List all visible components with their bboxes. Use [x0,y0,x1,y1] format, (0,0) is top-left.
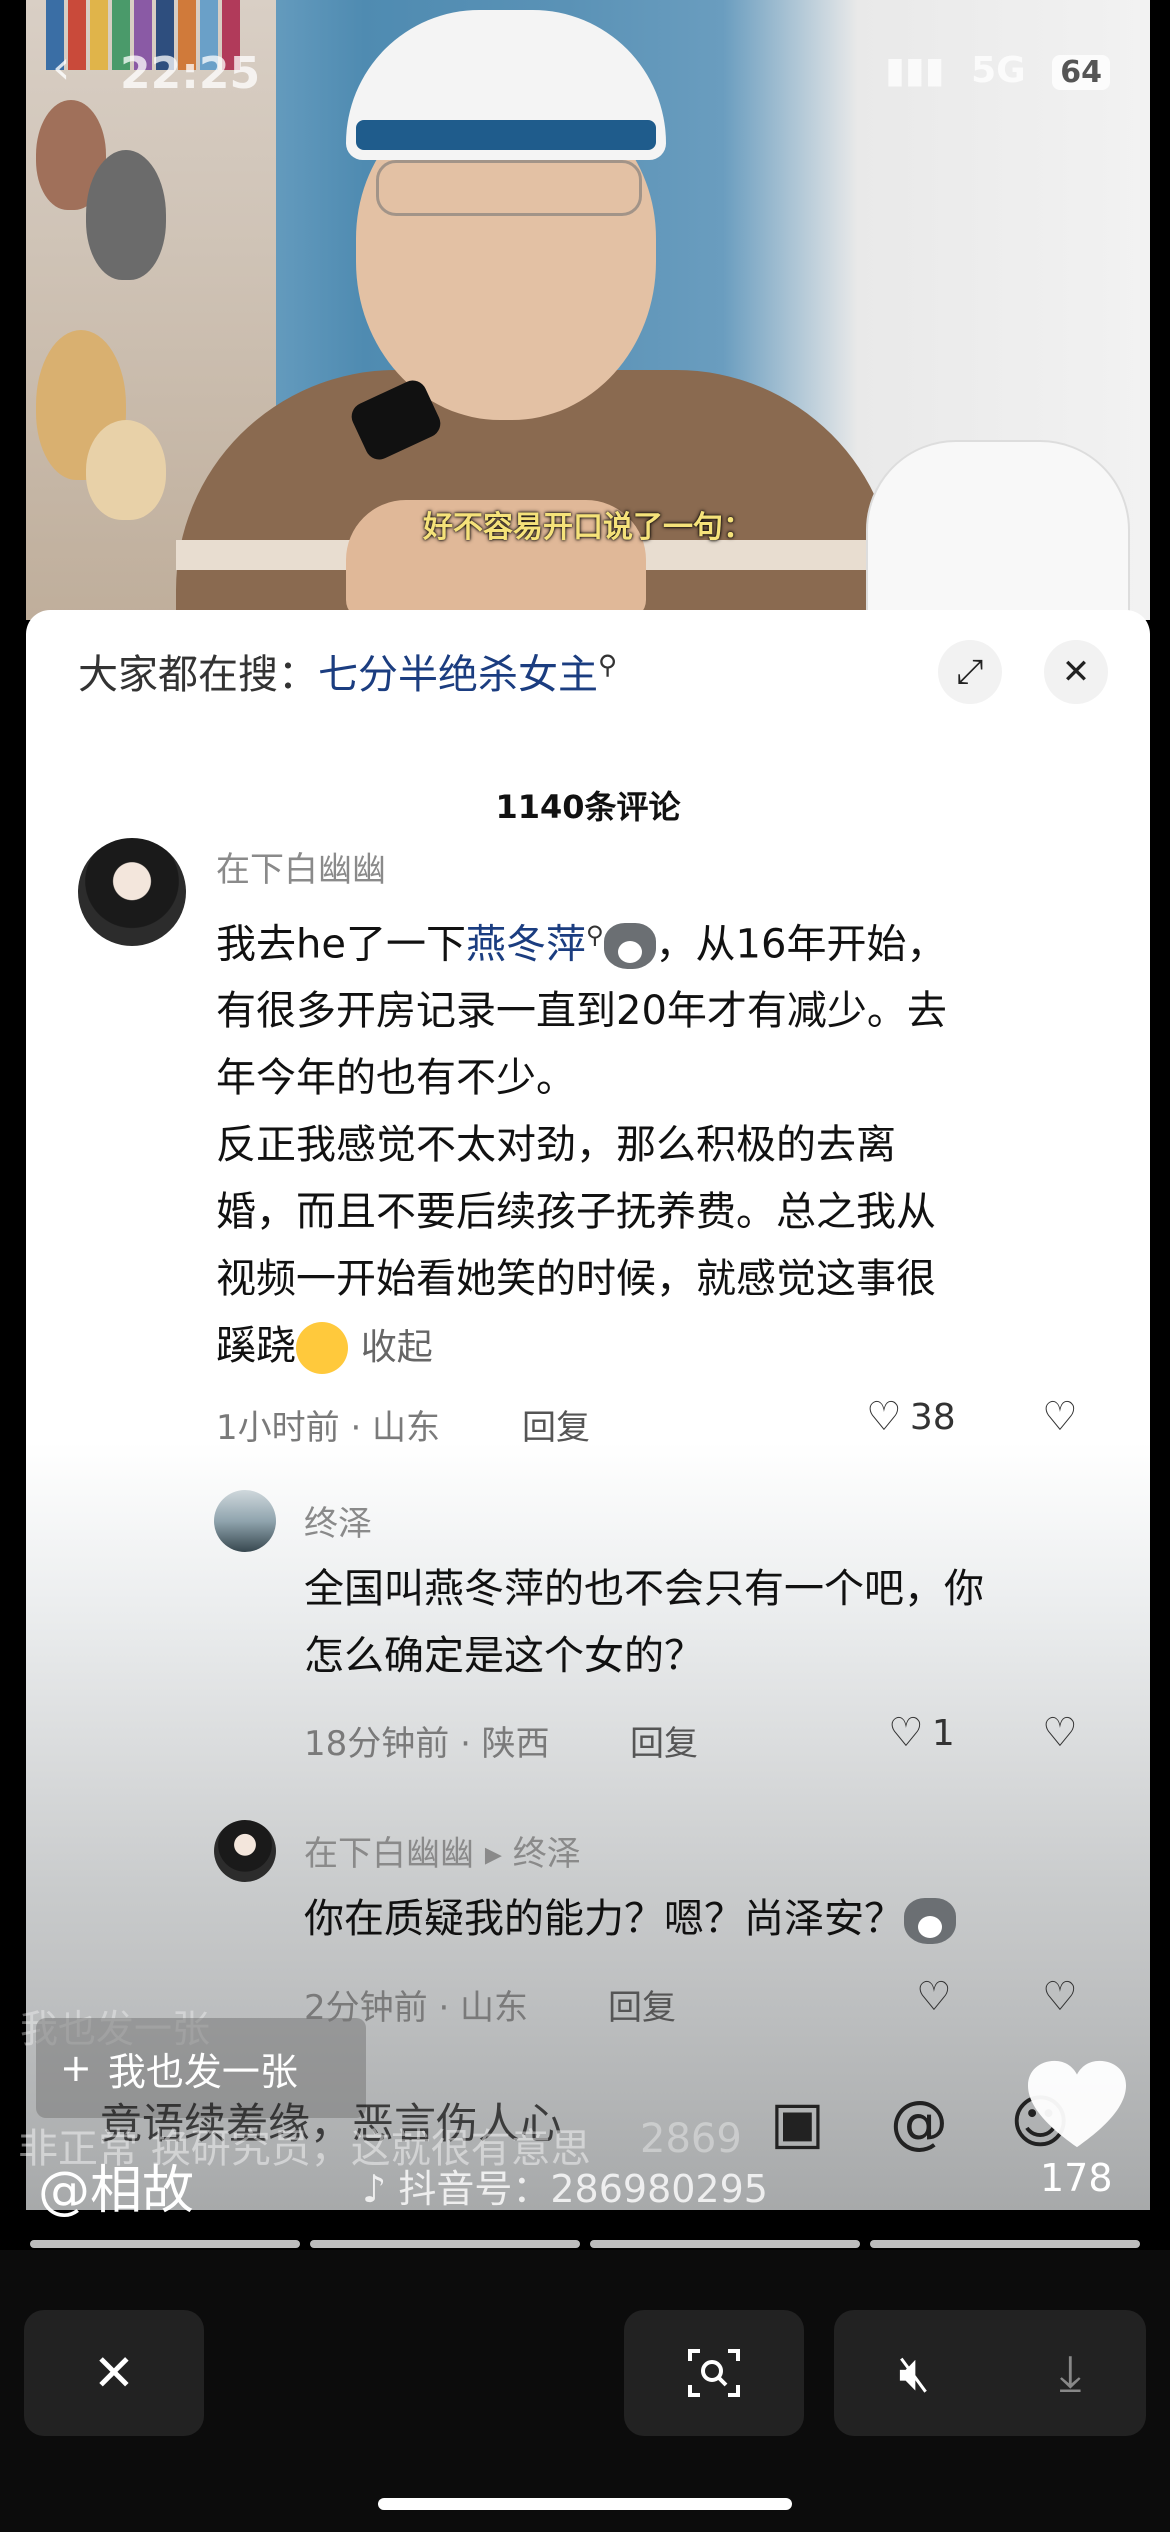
media-controls: 🔇︎ ⤓ [834,2310,1146,2436]
like-button[interactable]: ♡ [916,1974,952,2020]
mute-icon[interactable]: 🔇︎ [899,2344,931,2403]
status-time: 22:25 [120,48,261,99]
like-count: 1 [931,1712,955,1754]
close-icon[interactable]: ✕ [1044,640,1108,704]
progress-segment [590,2240,860,2248]
comment-text: 你在质疑我的能力？嗯？尚泽安？ [304,1886,1124,1953]
comment-meta: 1小时前 · 山东 [216,1408,441,1448]
avatar[interactable] [78,838,186,946]
search-link[interactable]: 燕冬萍 [466,921,586,967]
dog-emoji-icon [904,1898,956,1944]
avatar[interactable] [214,1490,276,1552]
battery-icon: 64 [1052,55,1110,90]
reply-button[interactable]: 回复 [522,1400,590,1449]
dislike-icon[interactable]: ♡ [1042,1974,1078,2020]
laughing-emoji-icon [296,1322,348,1375]
bottom-toolbar: ✕ 🔇︎ ⤓ [0,2250,1170,2532]
comment-username[interactable]: 终泽 [304,1496,372,1545]
close-icon: ✕ [93,2344,135,2402]
author-handle[interactable]: @相故 [38,2148,194,2223]
progress-segment [870,2240,1140,2248]
search-icon: ⚲ [598,650,618,681]
image-picker-icon[interactable]: ▣ [770,2088,825,2156]
overlay-ghost-number: 2869 [640,2116,742,2162]
heart-icon: ♡ [888,1710,924,1756]
comment-meta: 18分钟前 · 陕西 [304,1724,550,1764]
dislike-icon[interactable]: ♡ [1042,1710,1078,1756]
like-count: 38 [909,1396,956,1438]
mention-icon[interactable]: @ [890,2088,948,2156]
download-icon[interactable]: ⤓ [1059,2344,1081,2403]
reply-button[interactable]: 回复 [630,1716,698,1765]
avatar[interactable] [214,1820,276,1882]
heart-icon: ♡ [866,1394,902,1440]
home-indicator[interactable] [378,2498,792,2510]
comment-username[interactable]: 在下白幽幽 [216,842,386,891]
progress-segment [310,2240,580,2248]
back-icon[interactable]: ‹ [52,40,70,94]
expand-icon[interactable]: ⤢ [938,640,1002,704]
like-button[interactable]: ♡ 38 [866,1394,956,1440]
search-icon: ⚲ [585,921,604,949]
status-indicators: ▮▮▮ 5G 64 [871,50,1110,91]
scan-icon [688,2349,740,2397]
progress-segment [30,2240,300,2248]
like-button[interactable]: ♡ 1 [888,1710,955,1756]
douyin-id: ♪ 抖音号：286980295 [362,2167,768,2211]
trending-label: 大家都在搜： [78,652,318,698]
video-like-count: 178 [1040,2156,1113,2200]
dislike-icon[interactable]: ♡ [1042,1394,1078,1440]
trending-keyword[interactable]: 七分半绝杀女主 [318,652,598,698]
comment-text: 全国叫燕冬萍的也不会只有一个吧，你 怎么确定是这个女的？ [304,1566,984,1679]
comment-username[interactable]: 在下白幽幽 ▸ 终泽 [304,1826,581,1875]
plus-icon: + [60,2046,92,2090]
comment-sheet: 大家都在搜：七分半绝杀女主⚲ ⤢ ✕ 1140条评论 在下白幽幽 我去he了一下… [26,610,1150,2210]
glasses [376,160,642,216]
like-heart-icon[interactable] [1028,2060,1126,2152]
signal-icon: ▮▮▮ [885,50,945,91]
close-button[interactable]: ✕ [24,2310,204,2436]
reply-arrow-icon: ▸ [484,1834,502,1874]
collapse-link[interactable]: 收起 [361,1327,433,1368]
trending-search[interactable]: 大家都在搜：七分半绝杀女主⚲ [78,642,617,700]
network-type: 5G [971,50,1026,91]
douyin-logo-icon: ♪ [362,2167,387,2211]
comment-text: 我去he了一下燕冬萍⚲ ，从16年开始， 有很多开房记录一直到20年才有减少。去 … [216,902,1116,1381]
reply-button[interactable]: 回复 [608,1980,676,2029]
dog-emoji-icon [603,923,656,970]
scan-button[interactable] [624,2310,804,2436]
video-subtitle: 好不容易开口说了一句： [423,510,753,545]
comment-count: 1140条评论 [495,788,681,826]
